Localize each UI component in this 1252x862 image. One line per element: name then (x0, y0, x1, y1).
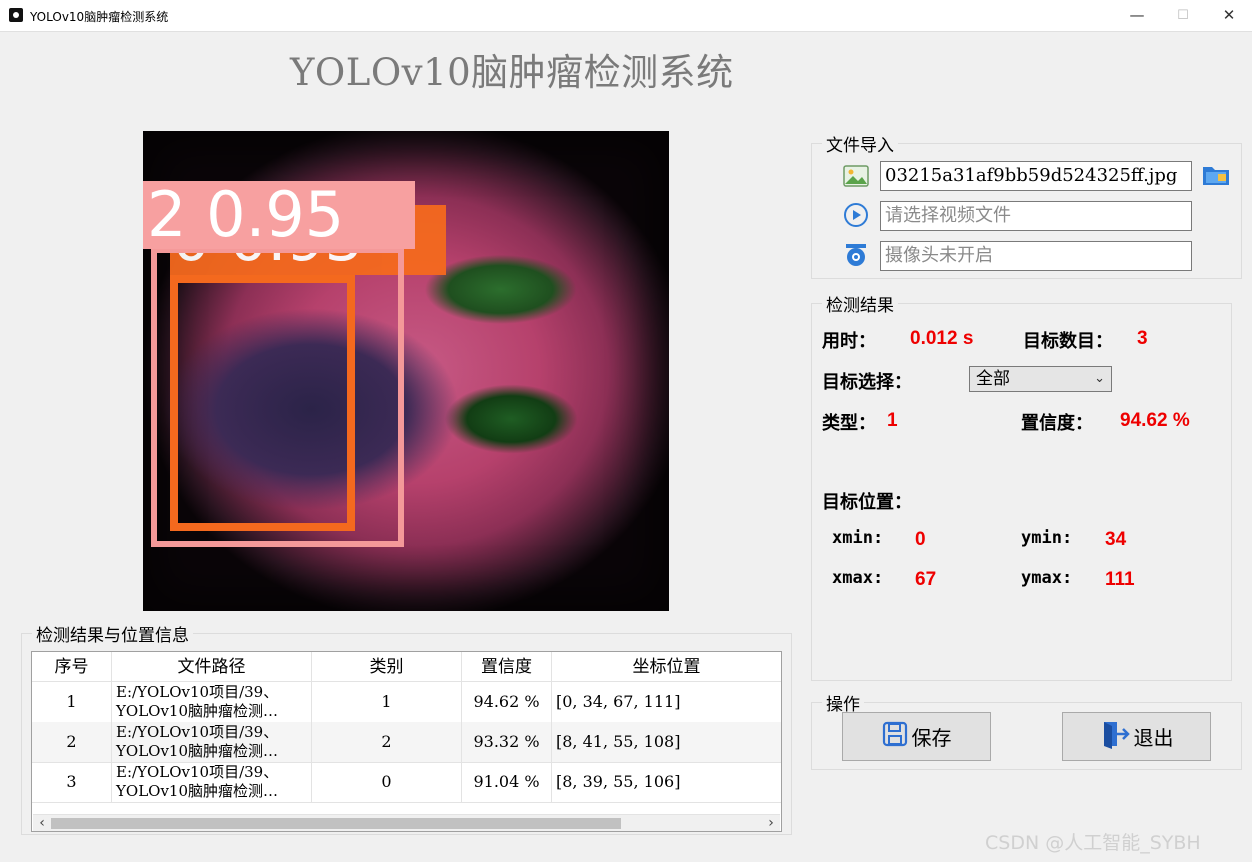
bbox-pink (151, 247, 404, 547)
cell-class: 0 (312, 762, 462, 802)
target-select-label: 目标选择： (822, 372, 912, 393)
scroll-left-arrow[interactable]: ‹ (35, 815, 49, 831)
cell-path-line2: YOLOv10脑肿瘤检测… (116, 782, 279, 800)
cell-coords: [0, 34, 67, 111] (556, 692, 681, 711)
save-button-label: 保存 (911, 726, 952, 750)
close-button[interactable]: ✕ (1206, 0, 1252, 31)
cell-index: 1 (32, 682, 112, 722)
results-table[interactable]: 序号 文件路径 类别 置信度 坐标位置 1 E:/YOLOv10项目/39、 Y… (31, 651, 782, 832)
app-icon (9, 8, 23, 22)
scroll-right-arrow[interactable]: › (764, 815, 778, 831)
xmax-label: xmax: (832, 568, 884, 588)
cell-path-line1: E:/YOLOv10项目/39、 (116, 723, 279, 741)
camera-icon[interactable] (843, 242, 869, 268)
bbox-label-pink: 2 0.95 (143, 181, 415, 249)
table-row[interactable]: 1 E:/YOLOv10项目/39、 YOLOv10脑肿瘤检测… 1 94.62… (32, 682, 781, 723)
detection-results-legend: 检测结果 (826, 296, 894, 316)
chevron-down-icon: ⌄ (1094, 371, 1105, 386)
scrollbar-thumb[interactable] (51, 818, 621, 829)
exit-button[interactable]: 退出 (1062, 712, 1211, 761)
target-position-label: 目标位置： (822, 492, 912, 513)
cell-path: E:/YOLOv10项目/39、 YOLOv10脑肿瘤检测… (112, 682, 312, 722)
class-value: 1 (887, 410, 898, 431)
table-header-path[interactable]: 文件路径 (112, 652, 312, 682)
cell-path: E:/YOLOv10项目/39、 YOLOv10脑肿瘤检测… (112, 722, 312, 762)
save-icon (882, 721, 908, 752)
cell-class: 1 (312, 682, 462, 722)
target-select-dropdown[interactable]: 全部 ⌄ (969, 366, 1112, 392)
image-icon[interactable] (843, 163, 869, 189)
cell-path-line1: E:/YOLOv10项目/39、 (116, 683, 279, 701)
file-import-legend: 文件导入 (826, 136, 894, 156)
table-header-confidence[interactable]: 置信度 (462, 652, 552, 682)
ymax-value: 111 (1105, 569, 1135, 590)
minimize-button[interactable]: — (1114, 0, 1160, 31)
xmin-value: 0 (915, 529, 926, 550)
camera-status-field[interactable]: 摄像头未开启 (880, 241, 1192, 271)
ymin-label: ymin: (1021, 528, 1073, 548)
cell-coords: [8, 39, 55, 106] (556, 772, 681, 791)
image-path-field[interactable]: 03215a31af9bb59d524325ff.jpg (880, 161, 1192, 191)
window-title: YOLOv10脑肿瘤检测系统 (30, 10, 169, 24)
video-file-field[interactable]: 请选择视频文件 (880, 201, 1192, 231)
cell-path-line1: E:/YOLOv10项目/39、 (116, 763, 279, 781)
ymax-label: ymax: (1021, 568, 1073, 588)
detection-image-viewer: 0 0.93 2 0.95 (143, 131, 669, 611)
cell-confidence: 94.62 % (462, 682, 552, 722)
cell-class: 2 (312, 722, 462, 762)
results-table-legend: 检测结果与位置信息 (36, 626, 189, 646)
cell-confidence: 91.04 % (462, 762, 552, 802)
cell-coords: [8, 41, 55, 108] (556, 732, 681, 751)
xmin-label: xmin: (832, 528, 884, 548)
cell-confidence: 93.32 % (462, 722, 552, 762)
play-circle-icon[interactable] (843, 202, 869, 228)
table-header-index[interactable]: 序号 (32, 652, 112, 682)
class-label: 类型： (822, 413, 876, 434)
exit-icon (1100, 719, 1130, 754)
cell-index: 2 (32, 722, 112, 762)
table-header-coords[interactable]: 坐标位置 (552, 652, 781, 682)
folder-icon[interactable] (1201, 161, 1231, 189)
confidence-value: 94.62 % (1120, 410, 1190, 431)
table-header-class[interactable]: 类别 (312, 652, 462, 682)
cell-path: E:/YOLOv10项目/39、 YOLOv10脑肿瘤检测… (112, 762, 312, 802)
maximize-button[interactable]: ☐ (1160, 0, 1206, 31)
table-row[interactable]: 3 E:/YOLOv10项目/39、 YOLOv10脑肿瘤检测… 0 91.04… (32, 762, 781, 803)
confidence-label: 置信度： (1021, 413, 1093, 434)
time-value: 0.012 s (910, 328, 974, 349)
horizontal-scrollbar[interactable]: ‹ › (33, 814, 780, 831)
target-count-label: 目标数目： (1023, 331, 1113, 352)
cell-index: 3 (32, 762, 112, 802)
save-button[interactable]: 保存 (842, 712, 991, 761)
cell-path-line2: YOLOv10脑肿瘤检测… (116, 742, 279, 760)
xmax-value: 67 (915, 569, 937, 590)
watermark: CSDN @人工智能_SYBH (985, 832, 1201, 854)
target-count-value: 3 (1137, 328, 1148, 349)
ymin-value: 34 (1105, 529, 1127, 550)
exit-button-label: 退出 (1133, 726, 1174, 750)
cell-path-line2: YOLOv10脑肿瘤检测… (116, 702, 279, 720)
page-title: YOLOv10脑肿瘤检测系统 (290, 51, 734, 94)
time-label: 用时： (822, 331, 876, 352)
title-bar: YOLOv10脑肿瘤检测系统 — ☐ ✕ (0, 0, 1252, 32)
target-select-value: 全部 (976, 369, 1010, 389)
table-row[interactable]: 2 E:/YOLOv10项目/39、 YOLOv10脑肿瘤检测… 2 93.32… (32, 722, 781, 763)
